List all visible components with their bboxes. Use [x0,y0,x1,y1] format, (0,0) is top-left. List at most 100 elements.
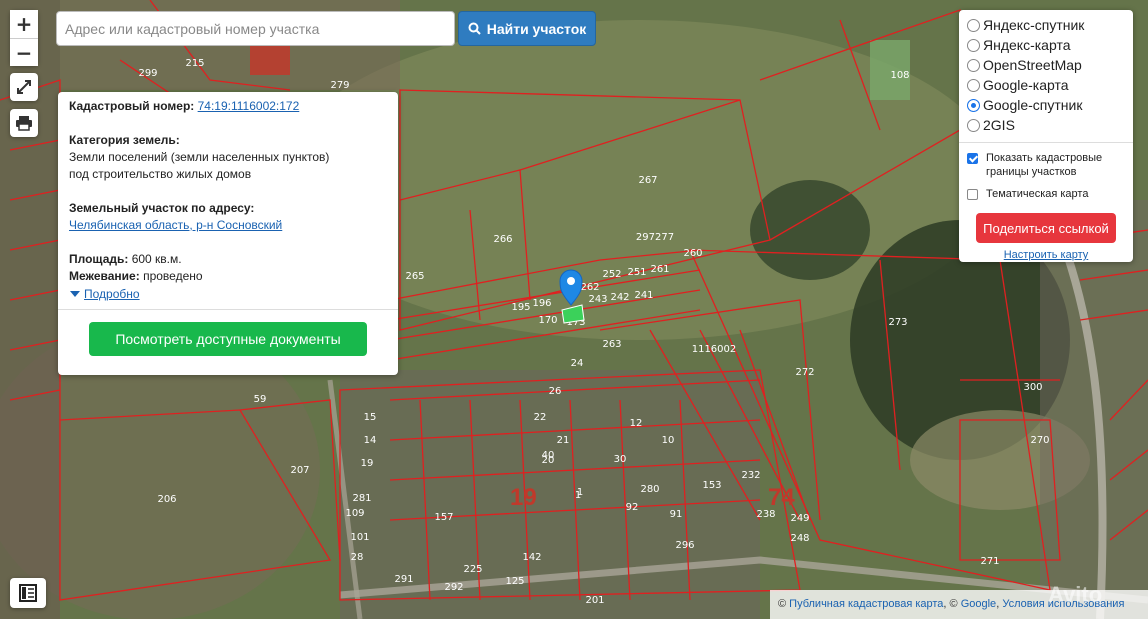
layer-option-google-map[interactable]: Google-карта [967,75,1125,95]
parcel-number-label: 248 [790,533,809,544]
parcel-number-label: 299 [138,68,157,79]
expand-arrows-icon [17,80,31,94]
parcel-number-label: 207 [290,465,309,476]
parcel-number-label: 266 [493,234,512,245]
parcel-number-label: 59 [254,394,267,405]
survey-row: Межевание: проведено [69,268,387,285]
address-label: Земельный участок по адресу: [69,201,255,215]
parcel-number-label: 241 [634,290,653,301]
parcel-number-label: 19 [361,458,374,469]
parcel-number-label: 21 [557,435,570,446]
layer-option-2gis[interactable]: 2GIS [967,115,1125,135]
layer-option-label: 2GIS [983,117,1015,133]
parcel-number-label: 232 [741,470,760,481]
address-link[interactable]: Челябинская область, р-н Сосновский [69,218,282,232]
parcel-number-label: 280 [640,484,659,495]
address-row: Земельный участок по адресу: Челябинская… [69,200,387,234]
parcel-number-label: 28 [351,552,364,563]
radio-icon[interactable] [967,18,980,32]
checkbox-checked-icon[interactable] [967,153,978,164]
layer-option-label: Яндекс-карта [983,37,1071,53]
parcel-number-label: 249 [790,513,809,524]
cadastral-map-link[interactable]: Публичная кадастровая карта [789,598,943,610]
legend-button[interactable] [10,578,46,608]
configure-map-link[interactable]: Настроить карту [967,249,1125,261]
share-link-button[interactable]: Поделиться ссылкой [976,213,1116,243]
thematic-map-toggle[interactable]: Тематическая карта [967,187,1125,201]
info-divider [58,308,398,310]
zoom-control: + − [10,10,38,66]
caret-down-icon [70,291,80,297]
parcel-number-label: 252 [602,269,621,280]
attribution-separator-2: , [996,598,1000,610]
parcel-number-label: 142 [522,552,541,563]
details-link-label: Подробно [84,286,140,301]
view-documents-button[interactable]: Посмотреть доступные документы [89,321,367,356]
parcel-number-label: 263 [602,339,621,350]
layer-option-google-satellite[interactable]: Google-спутник [967,95,1125,115]
parcel-number-label: 26 [549,386,562,397]
plot-info-panel: Кадастровый номер: 74:19:1116002:172 Кат… [58,92,398,375]
radio-icon[interactable] [967,118,980,132]
radio-icon[interactable] [967,78,980,92]
parcel-number-label: 271 [980,556,999,567]
parcel-number-label: 195 [511,302,530,313]
parcel-number-label: 272 [795,367,814,378]
parcel-number-label: 270 [1030,435,1049,446]
find-plot-button[interactable]: Найти участок [458,11,596,46]
parcel-number-label: 267 [638,175,657,186]
parcel-number-label: 201 [585,595,604,606]
cadastral-number-label: Кадастровый номер: [69,99,195,113]
parcel-number-label: 30 [614,454,627,465]
parcel-number-label: 242 [610,292,629,303]
layer-option-label: OpenStreetMap [983,57,1082,73]
parcel-number-label: 125 [505,576,524,587]
area-label: Площадь: [69,252,129,266]
parcel-number-label: 262 [580,282,599,293]
cadastral-number-link[interactable]: 74:19:1116002:172 [198,99,300,113]
parcel-number-label: 291 [394,574,413,585]
copyright-symbol: © [778,598,787,610]
layers-divider [959,142,1133,143]
layer-option-label: Google-спутник [983,97,1083,113]
print-button[interactable] [10,109,38,137]
parcel-number-label: 10 [662,435,675,446]
parcel-number-label: 273 [888,317,907,328]
fullscreen-button[interactable] [10,73,38,101]
find-plot-label: Найти участок [486,20,587,37]
parcel-number-label: 243 [588,294,607,305]
google-link[interactable]: Google [961,598,996,610]
zoom-in-button[interactable]: + [10,10,38,38]
parcel-number-label: 265 [405,271,424,282]
layer-option-label: Google-карта [983,77,1069,93]
area-value: 600 кв.м. [131,252,182,266]
details-link[interactable]: Подробно [70,286,140,303]
land-category-row: Категория земель: Земли поселений (земли… [69,132,387,183]
survey-label: Межевание: [69,269,140,283]
parcel-number-label: 1116002 [692,344,737,355]
radio-selected-icon[interactable] [967,98,980,112]
cadastral-number-row: Кадастровый номер: 74:19:1116002:172 [69,98,387,115]
layer-option-yandex-satellite[interactable]: Яндекс-спутник [967,15,1125,35]
survey-value: проведено [143,269,203,283]
radio-icon[interactable] [967,58,980,72]
parcel-number-label: 292 [444,582,463,593]
printer-icon [16,116,32,131]
zoom-out-button[interactable]: − [10,38,38,66]
thematic-map-label: Тематическая карта [986,188,1089,200]
parcel-number-label: 225 [463,564,482,575]
parcel-number-label: 260 [683,248,702,259]
radio-icon[interactable] [967,38,980,52]
parcel-number-label: 91 [670,509,683,520]
show-boundaries-toggle[interactable]: Показать кадастровые границы участков [967,151,1125,179]
parcel-number-label: 1 [575,490,581,501]
address-search-input[interactable] [56,11,455,46]
parcel-number-label: 109 [345,508,364,519]
parcel-number-label: 24 [571,358,584,369]
layer-option-openstreetmap[interactable]: OpenStreetMap [967,55,1125,75]
layer-option-yandex-map[interactable]: Яндекс-карта [967,35,1125,55]
parcel-number-label: 261 [650,264,669,275]
parcel-number-label: 196 [532,298,551,309]
checkbox-icon[interactable] [967,189,978,200]
map-layers-panel: Яндекс-спутник Яндекс-карта OpenStreetMa… [959,10,1133,262]
